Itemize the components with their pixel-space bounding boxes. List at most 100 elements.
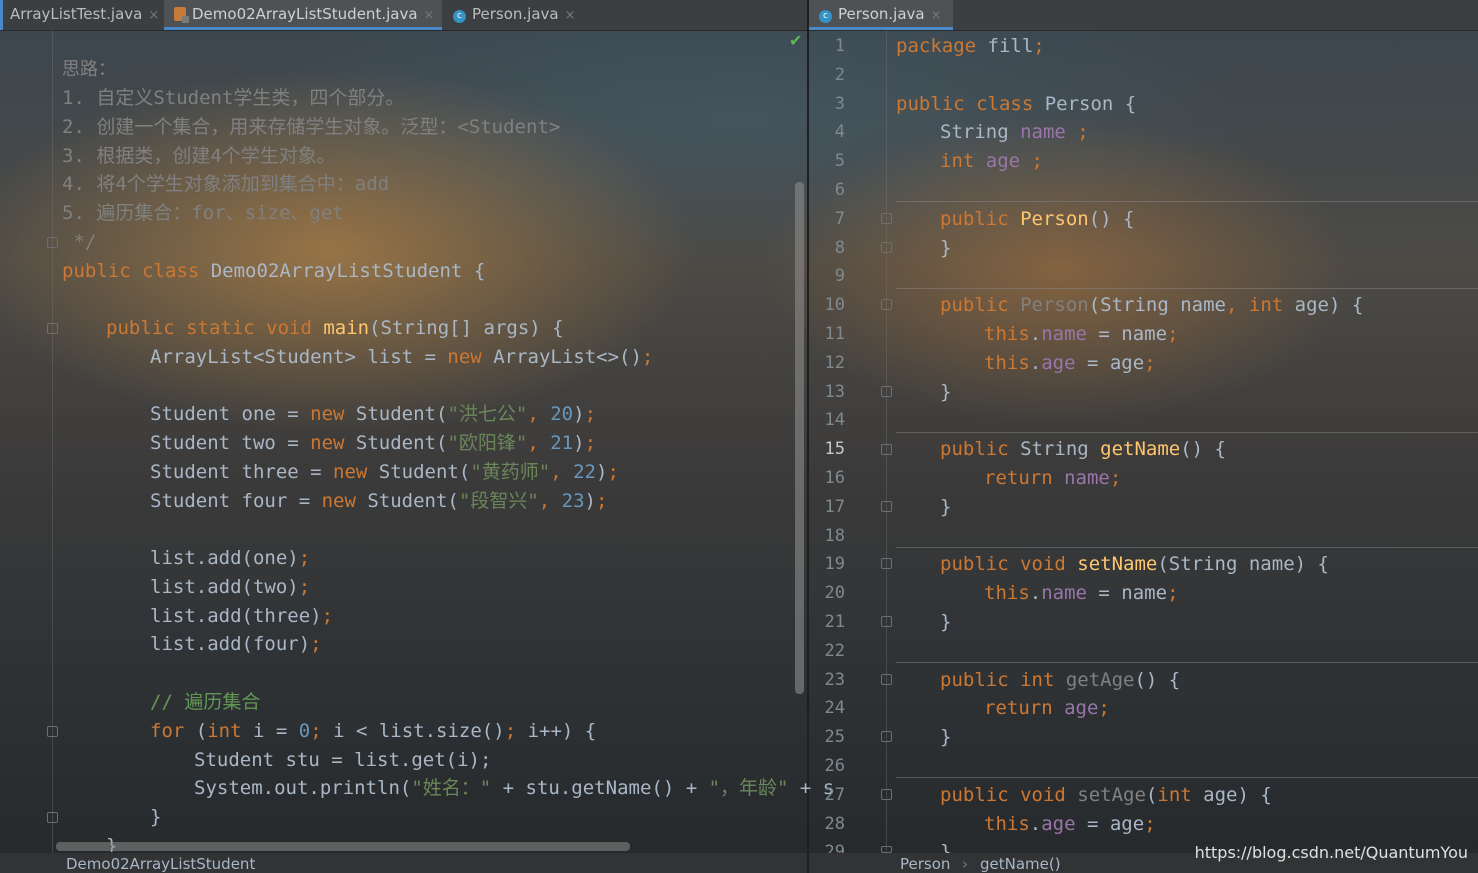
line-number: 26	[824, 756, 845, 776]
fold-icon[interactable]	[881, 558, 892, 569]
fold-icon[interactable]	[881, 501, 892, 512]
java-file-icon	[174, 7, 189, 23]
close-icon[interactable]: ×	[931, 8, 942, 23]
close-brace: }	[940, 611, 952, 633]
close-icon[interactable]: ×	[148, 8, 159, 23]
constructor-full: public Person(String name, int age) {	[940, 294, 1364, 316]
right-gutter-border	[886, 30, 887, 853]
line-number: 3	[834, 94, 845, 114]
line-number: 18	[824, 526, 845, 546]
breadcrumb-class[interactable]: Demo02ArrayListStudent	[66, 855, 255, 873]
line-number: 8	[834, 238, 845, 258]
return-name: return name;	[984, 467, 1122, 489]
fold-icon[interactable]	[881, 846, 892, 853]
fold-icon[interactable]	[881, 242, 892, 253]
method-separator	[896, 432, 1478, 433]
fold-icon[interactable]	[881, 731, 892, 742]
field-name: String name ;	[940, 121, 1089, 143]
close-brace: }	[150, 806, 162, 828]
line-number-current: 15	[824, 439, 845, 459]
class-declaration: public class Demo02ArrayListStudent {	[62, 260, 486, 282]
fold-icon[interactable]	[881, 213, 892, 224]
fold-icon[interactable]	[881, 789, 892, 800]
breadcrumb-class[interactable]: Person	[900, 855, 950, 873]
right-tab-bar: c Person.java ×	[809, 0, 1478, 31]
method-separator	[896, 288, 1478, 289]
horizontal-scrollbar[interactable]	[56, 842, 630, 851]
check-icon: ✔	[789, 31, 803, 50]
fold-icon[interactable]	[47, 237, 58, 248]
add-line: list.add(one);	[150, 547, 311, 569]
line-number: 4	[834, 122, 845, 142]
tab-person[interactable]: c Person.java ×	[443, 0, 593, 30]
line-number: 2	[834, 65, 845, 85]
assign-age: this.age = age;	[984, 813, 1156, 835]
return-age: return age;	[984, 697, 1110, 719]
tab-label: Demo02ArrayListStudent.java	[192, 5, 418, 23]
line-number: 17	[824, 497, 845, 517]
line-number: 20	[824, 583, 845, 603]
assign-name: this.name = name;	[984, 582, 1179, 604]
tab-label: ArrayListTest.java	[10, 5, 143, 23]
tab-arraylisttest[interactable]: ArrayListTest.java ×	[0, 0, 164, 30]
comment-line: 思路：	[62, 59, 116, 80]
add-line: list.add(four);	[150, 633, 322, 655]
breadcrumb-separator: ›	[962, 855, 968, 873]
comment-line: 1. 自定义Student学生类，四个部分。	[62, 87, 405, 109]
add-line: list.add(three);	[150, 605, 334, 627]
method-separator	[896, 547, 1478, 548]
line-number: 29	[824, 842, 845, 853]
fold-icon[interactable]	[881, 444, 892, 455]
add-line: list.add(two);	[150, 576, 311, 598]
line-number: 28	[824, 814, 845, 834]
comment-line: 3. 根据类，创建4个学生对象。	[62, 145, 336, 167]
line-number: 25	[824, 727, 845, 747]
line-number: 23	[824, 670, 845, 690]
student-line: Student one = new Student("洪七公", 20);	[150, 403, 597, 425]
line-number: 13	[824, 382, 845, 402]
comment-line: */	[62, 231, 97, 253]
fold-icon[interactable]	[881, 674, 892, 685]
fold-icon[interactable]	[47, 323, 58, 334]
comment-line: 5. 遍历集合：for、size、get	[62, 202, 344, 224]
setage-declaration: public void setAge(int age) {	[940, 784, 1272, 806]
line-number: 22	[824, 641, 845, 661]
close-brace: }	[940, 496, 952, 518]
print-line: System.out.println("姓名：" + stu.getName()…	[194, 777, 835, 799]
tab-demo02arrayliststudent[interactable]: Demo02ArrayListStudent.java ×	[164, 0, 442, 30]
close-icon[interactable]: ×	[424, 8, 435, 23]
loop-comment: // 遍历集合	[150, 691, 261, 713]
close-brace: }	[940, 237, 952, 259]
student-line: Student three = new Student("黄药师", 22);	[150, 461, 619, 483]
fold-icon[interactable]	[881, 616, 892, 627]
method-separator	[896, 777, 1478, 778]
student-line: Student two = new Student("欧阳锋", 21);	[150, 432, 597, 454]
list-declaration: ArrayList<Student> list = new ArrayList<…	[150, 346, 654, 368]
close-icon[interactable]: ×	[565, 8, 576, 23]
tab-person-right[interactable]: c Person.java ×	[809, 0, 953, 30]
line-number: 1	[834, 36, 845, 56]
fold-icon[interactable]	[47, 726, 58, 737]
setname-declaration: public void setName(String name) {	[940, 553, 1329, 575]
for-loop-line: for (int i = 0; i < list.size(); i++) {	[150, 720, 597, 742]
line-number: 5	[834, 151, 845, 171]
fold-icon[interactable]	[881, 299, 892, 310]
main-method-declaration: public static void main(String[] args) {	[106, 317, 564, 339]
get-line: Student stu = list.get(i);	[194, 749, 492, 771]
fold-icon[interactable]	[47, 812, 58, 823]
constructor-empty: public Person() {	[940, 208, 1135, 230]
fold-icon[interactable]	[881, 386, 892, 397]
close-brace: }	[940, 841, 952, 853]
vertical-scrollbar[interactable]	[795, 182, 804, 694]
assign-name: this.name = name;	[984, 323, 1179, 345]
breadcrumb-method[interactable]: getName()	[980, 855, 1061, 873]
line-number: 24	[824, 698, 845, 718]
getname-declaration: public String getName() {	[940, 438, 1226, 460]
java-class-icon: c	[453, 10, 466, 23]
assign-age: this.age = age;	[984, 352, 1156, 374]
close-brace: }	[940, 381, 952, 403]
tab-label: Person.java	[472, 5, 559, 23]
left-gutter	[0, 30, 52, 853]
java-class-icon: c	[819, 10, 832, 23]
line-number: 10	[824, 295, 845, 315]
